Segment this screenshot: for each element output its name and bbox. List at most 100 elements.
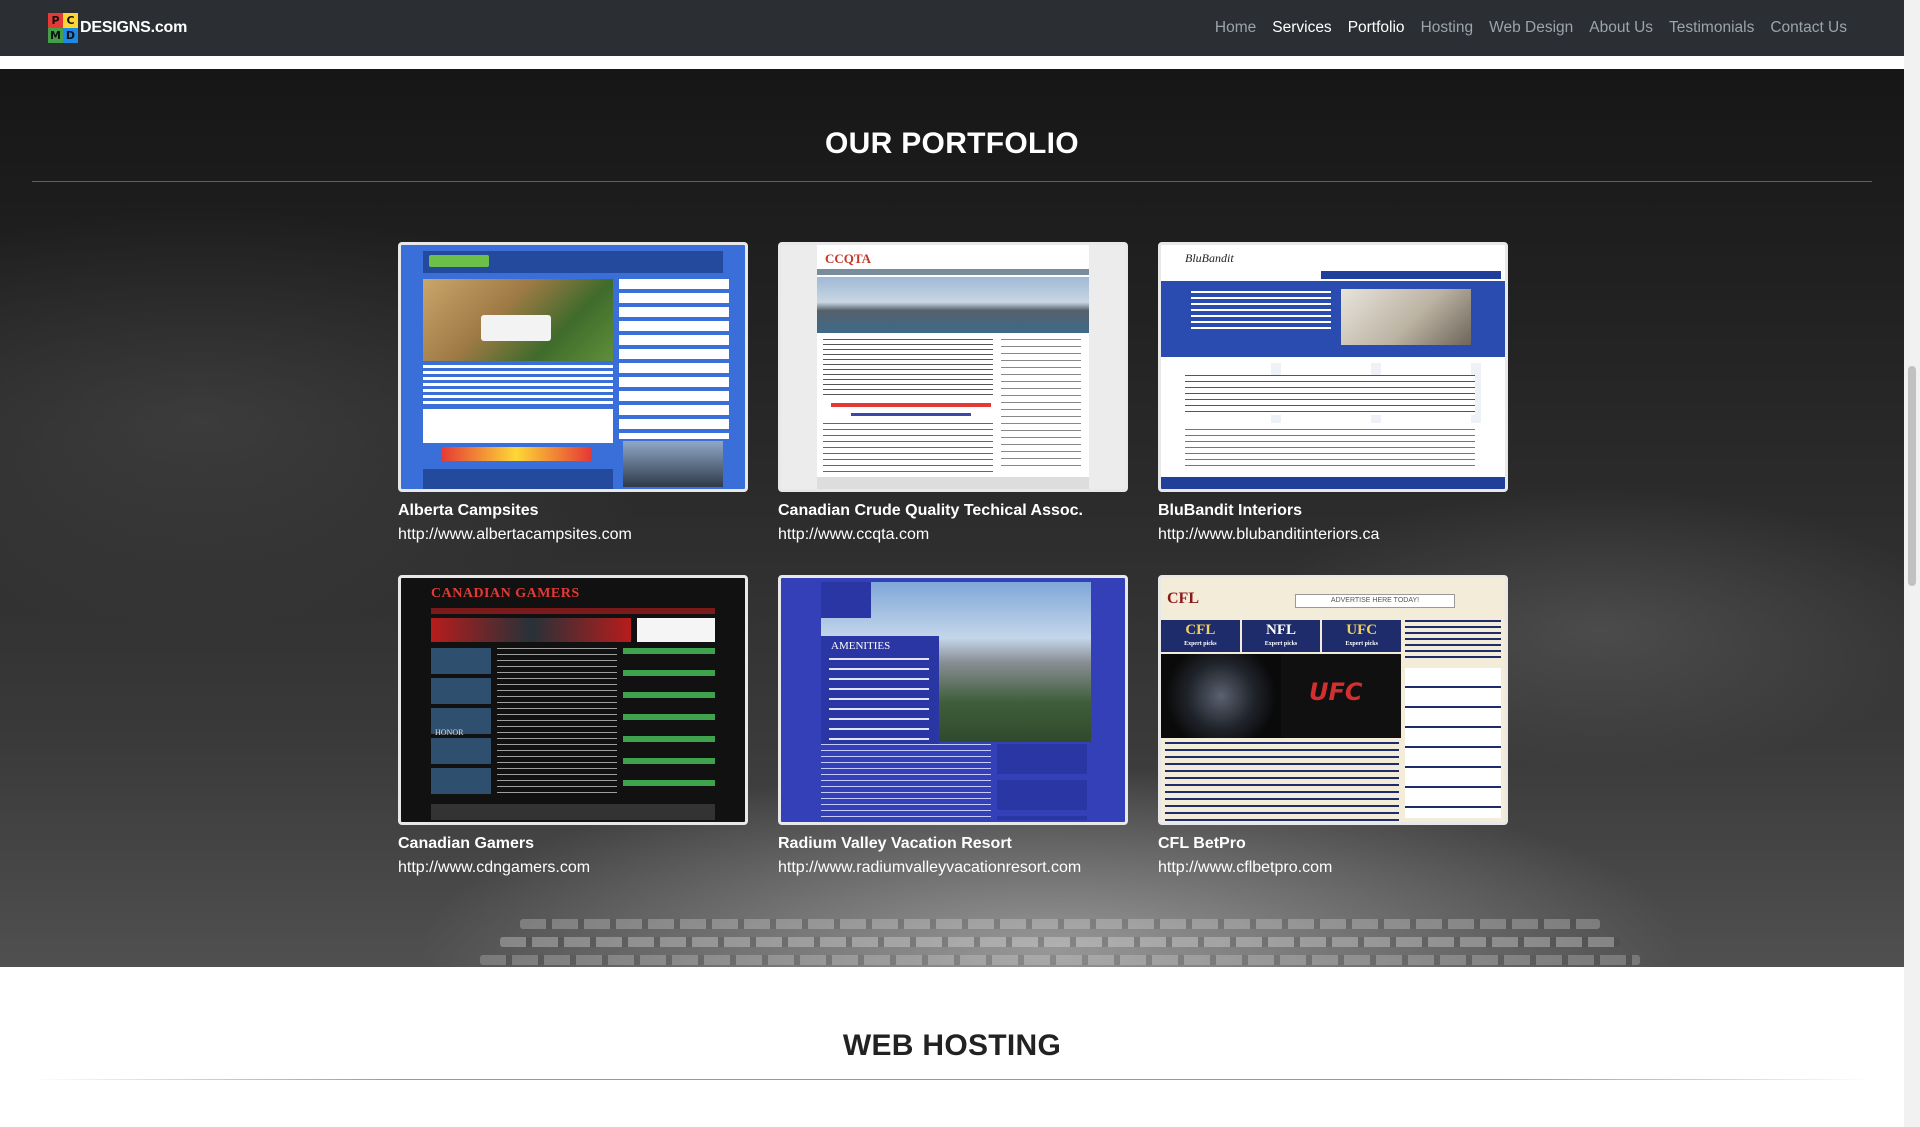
thumb-game-title: HONOR (435, 728, 464, 737)
thumb-logo (821, 582, 871, 618)
thumb-text-block (423, 409, 613, 443)
web-hosting-title: WEB HOSTING (842, 1029, 1062, 1062)
thumb-footer (431, 804, 715, 820)
portfolio-card-blubandit: BluBandit BluBandit Interiors http://www… (1158, 242, 1508, 544)
portfolio-card-url[interactable]: http://www.blubanditinteriors.ca (1158, 526, 1379, 544)
thumb-tab-subtext: Expert picks (1264, 641, 1298, 647)
scrollbar-thumb[interactable] (1908, 366, 1916, 586)
thumb-game-list (431, 648, 491, 798)
web-hosting-divider (32, 1079, 1872, 1080)
portfolio-section: OUR PORTFOLIO Alberta Campsites http://w… (0, 69, 1904, 967)
thumb-content (821, 744, 991, 822)
nav-link-services[interactable]: Services (1272, 19, 1331, 37)
thumb-logo (429, 255, 489, 267)
portfolio-card-name: Alberta Campsites (398, 502, 539, 519)
portfolio-card-url[interactable]: http://www.cdngamers.com (398, 859, 590, 877)
thumb-text-block (497, 648, 617, 798)
thumb-tab-label: UFC (1346, 622, 1378, 638)
thumb-sidebar (1001, 339, 1081, 469)
nav-link-testimonials[interactable]: Testimonials (1669, 19, 1754, 37)
portfolio-card-name: CFL BetPro (1158, 835, 1246, 852)
nav-bottom-strip (0, 56, 1904, 69)
nav-link-hosting[interactable]: Hosting (1421, 19, 1474, 37)
thumb-tab-subtext: Expert picks (1345, 641, 1378, 647)
thumb-helmet-photo (1161, 654, 1281, 738)
keyboard-background-row (500, 937, 1620, 947)
portfolio-card-url[interactable]: http://www.albertacampsites.com (398, 526, 632, 544)
portfolio-card-cfl-betpro: CFL ADVERTISE HERE TODAY! CFL Expert pick… (1158, 575, 1508, 877)
nav-link-home[interactable]: Home (1215, 19, 1256, 37)
portfolio-thumbnail-ccqta[interactable]: CCQTA (778, 242, 1128, 492)
thumb-sidebar (997, 744, 1087, 820)
portfolio-card-ccqta: CCQTA Canadian Crude Quality Techical As… (778, 242, 1128, 544)
portfolio-card-name: BluBandit Interiors (1158, 502, 1303, 519)
portfolio-thumbnail-blubandit[interactable]: BluBandit (1158, 242, 1508, 492)
thumb-blue-heading (851, 413, 971, 416)
site-logo[interactable]: P C M D DESIGNS.com (48, 13, 187, 43)
thumb-banner: CANADIAN GAMERS (431, 586, 580, 601)
portfolio-card-radium-valley: AMENITIES Radium Valley Vacation Resort … (778, 575, 1128, 877)
logo-letter-m: M (48, 28, 63, 43)
logo-letter-c: C (63, 13, 78, 28)
nav-link-about-us[interactable]: About Us (1589, 19, 1653, 37)
page-scrollbar[interactable] (1904, 0, 1920, 1127)
thumb-text-block (823, 423, 993, 473)
keyboard-background-row (480, 955, 1640, 965)
nav-link-portfolio[interactable]: Portfolio (1348, 19, 1405, 37)
thumb-promo-text (1405, 620, 1501, 660)
thumb-amenities-list (829, 658, 929, 748)
thumb-footer (817, 477, 1089, 489)
portfolio-card-name: Canadian Gamers (398, 835, 535, 852)
thumb-text-block (1185, 375, 1475, 415)
thumb-text-block (1185, 429, 1475, 469)
nav-link-contact-us[interactable]: Contact Us (1770, 19, 1847, 37)
thumb-tab-cfl: CFL Expert picks (1161, 620, 1242, 652)
thumb-photo-biker (623, 441, 723, 487)
portfolio-card-alberta-campsites: Alberta Campsites http://www.albertacamp… (398, 242, 748, 544)
logo-letter-d: D (63, 28, 78, 43)
portfolio-card-url[interactable]: http://www.ccqta.com (778, 526, 929, 544)
thumb-tab-nfl: NFL Expert picks (1242, 620, 1323, 652)
thumb-tabs: CFL Expert picks NFL Expert picks UFC Exper… (1161, 620, 1401, 652)
nav-links: Home Services Portfolio Hosting Web Desi… (1199, 0, 1847, 56)
portfolio-thumbnail-radium-valley[interactable]: AMENITIES (778, 575, 1128, 825)
thumb-tab-ufc: UFC Expert picks (1322, 620, 1401, 652)
thumb-sidebar (623, 648, 715, 798)
thumb-logo: CCQTA (825, 251, 871, 266)
thumb-ufc-logo: UFC (1309, 678, 1363, 706)
thumb-tab-label: NFL (1266, 622, 1296, 638)
thumb-sidebar (619, 279, 729, 439)
portfolio-title: OUR PORTFOLIO (825, 127, 1079, 160)
thumb-text-block (823, 339, 993, 399)
thumb-photo-refinery (817, 277, 1089, 333)
thumb-photo-room (1341, 289, 1471, 345)
thumb-footer (1161, 477, 1505, 489)
thumb-logo: CFL (1167, 590, 1199, 607)
portfolio-card-canadian-gamers: CANADIAN GAMERS HONOR Canadian Gamers ht… (398, 575, 748, 877)
web-hosting-section: WEB HOSTING (0, 967, 1904, 1127)
portfolio-card-url[interactable]: http://www.radiumvalleyvacationresort.co… (778, 859, 1081, 877)
top-navbar: P C M D DESIGNS.com Home Services Portfo… (0, 0, 1904, 56)
logo-mark: P C M D (48, 13, 78, 43)
keyboard-background (520, 919, 1600, 929)
nav-link-web-design[interactable]: Web Design (1489, 19, 1573, 37)
logo-letter-p: P (48, 13, 63, 28)
thumb-tab-label: CFL (1185, 622, 1216, 638)
thumb-nav (1321, 271, 1501, 279)
thumb-article (1165, 742, 1399, 822)
thumb-nav (431, 608, 715, 614)
thumb-ad-banner: ADVERTISE HERE TODAY! (1295, 594, 1455, 608)
thumb-ad-box (637, 618, 715, 642)
thumb-nav (817, 269, 1089, 275)
thumb-logo: BluBandit (1185, 251, 1234, 265)
portfolio-thumbnail-canadian-gamers[interactable]: CANADIAN GAMERS HONOR (398, 575, 748, 825)
portfolio-thumbnail-alberta-campsites[interactable] (398, 242, 748, 492)
thumb-rv (481, 315, 551, 341)
portfolio-thumbnail-cfl-betpro[interactable]: CFL ADVERTISE HERE TODAY! CFL Expert pick… (1158, 575, 1508, 825)
thumb-sidebar (1405, 668, 1501, 818)
thumb-red-heading (831, 403, 991, 407)
thumb-footer (423, 469, 613, 489)
thumb-tab-subtext: Expert picks (1184, 641, 1217, 647)
portfolio-card-url[interactable]: http://www.cflbetpro.com (1158, 859, 1332, 877)
portfolio-card-name: Radium Valley Vacation Resort (778, 835, 1012, 852)
